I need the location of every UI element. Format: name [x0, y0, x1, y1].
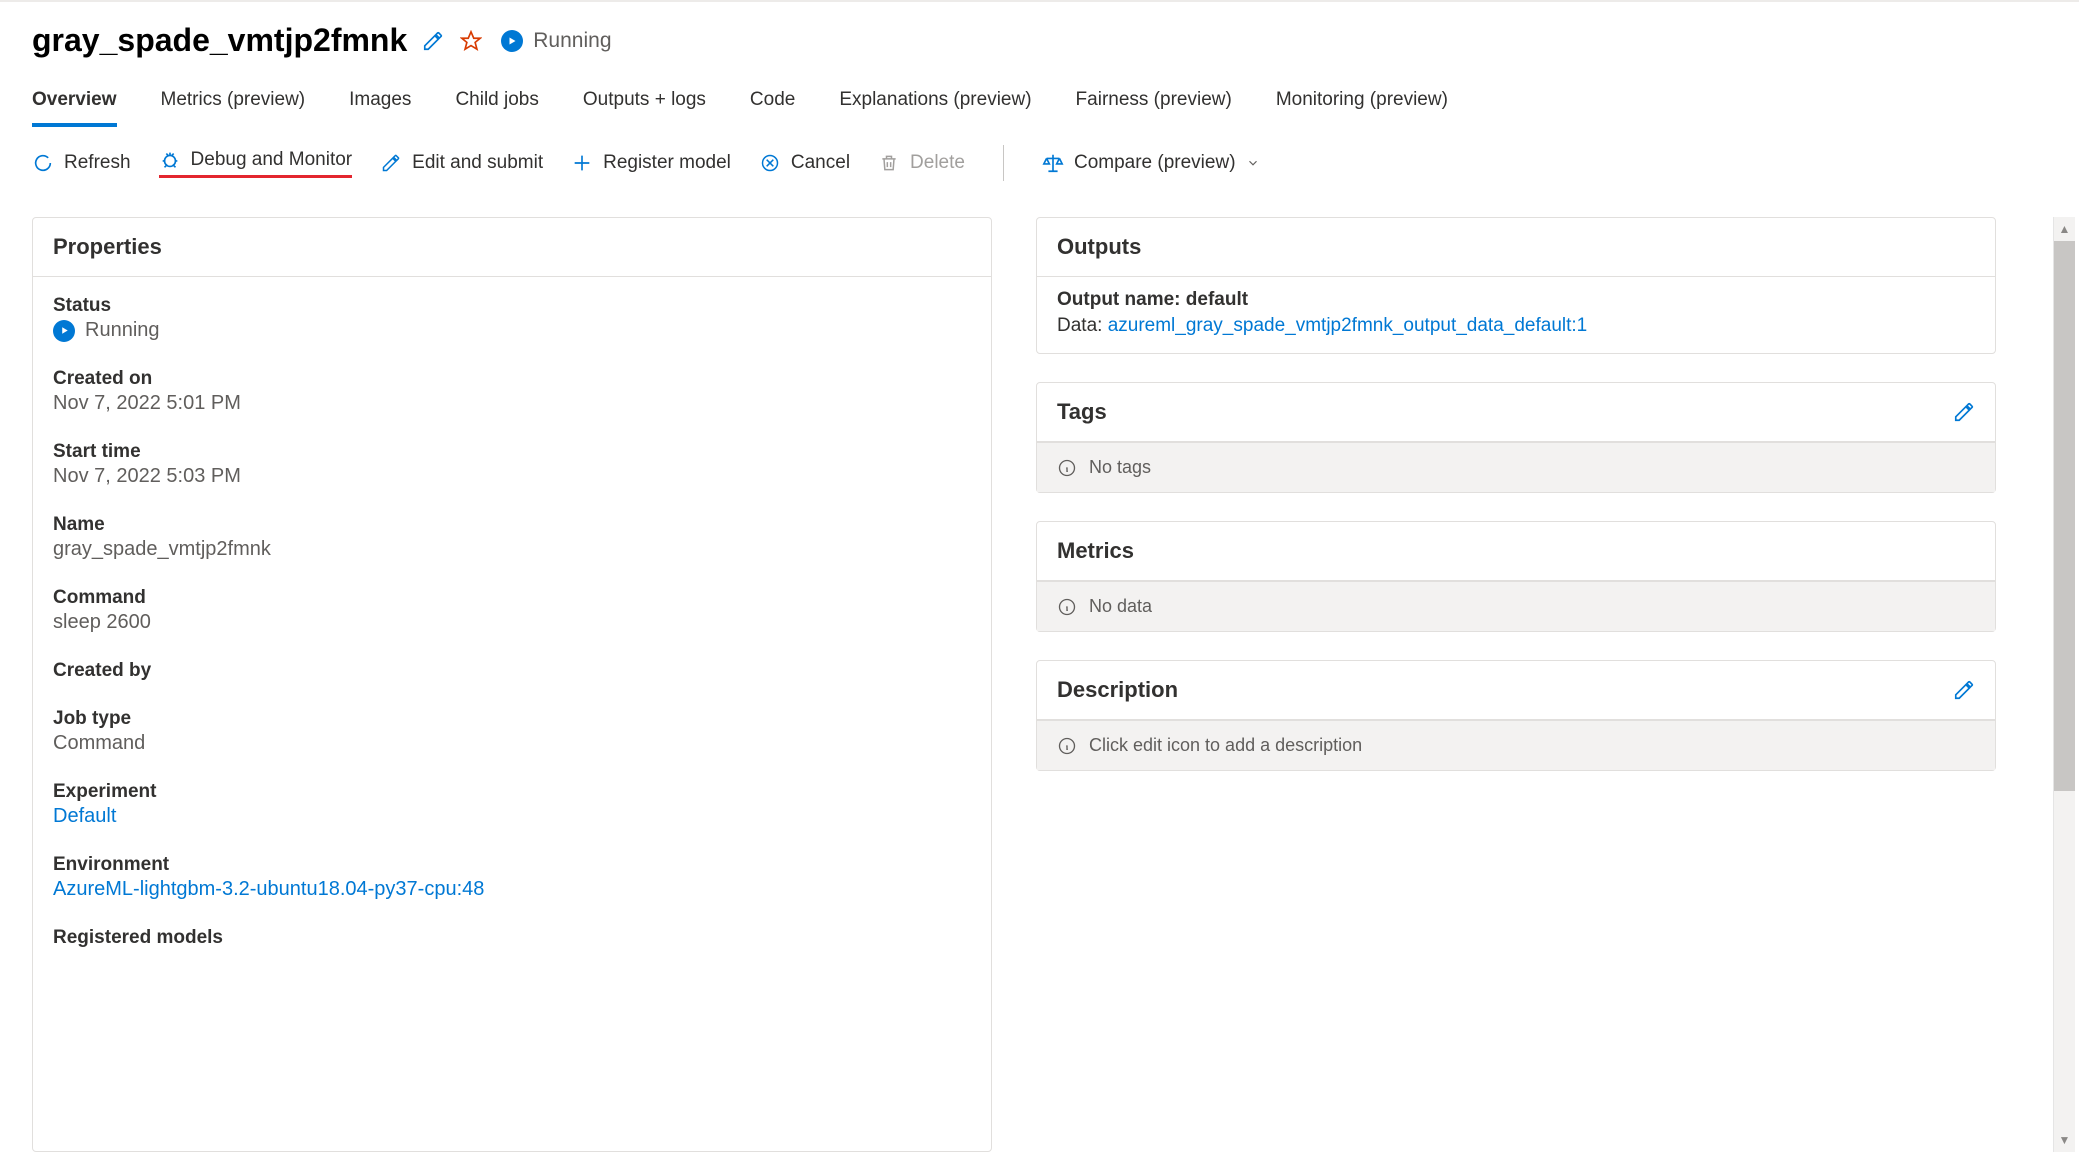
registered-models-label: Registered models: [53, 927, 971, 949]
start-time-value: Nov 7, 2022 5:03 PM: [53, 465, 971, 488]
job-type-label: Job type: [53, 708, 971, 730]
toolbar-separator: [1003, 145, 1004, 181]
pencil-icon[interactable]: [1953, 679, 1975, 701]
description-title: Description: [1057, 677, 1178, 703]
info-icon: [1057, 597, 1077, 617]
tags-title: Tags: [1057, 399, 1107, 425]
tab-child-jobs[interactable]: Child jobs: [455, 89, 538, 127]
bug-icon: [159, 149, 181, 171]
debug-label: Debug and Monitor: [191, 149, 353, 171]
chevron-down-icon: [1246, 156, 1260, 170]
info-icon: [1057, 458, 1077, 478]
delete-button: Delete: [878, 152, 965, 174]
delete-label: Delete: [910, 152, 965, 174]
page-title: gray_spade_vmtjp2fmnk: [32, 22, 407, 59]
register-model-button[interactable]: Register model: [571, 152, 731, 174]
outputs-card: Outputs Output name: default Data: azure…: [1036, 217, 1996, 354]
tab-images[interactable]: Images: [349, 89, 411, 127]
tab-metrics[interactable]: Metrics (preview): [161, 89, 306, 127]
tab-explanations[interactable]: Explanations (preview): [839, 89, 1031, 127]
tab-overview[interactable]: Overview: [32, 89, 117, 127]
scrollbar[interactable]: ▲ ▼: [2053, 217, 2075, 1152]
experiment-label: Experiment: [53, 781, 971, 803]
plus-icon: [571, 152, 593, 174]
created-on-label: Created on: [53, 368, 971, 390]
refresh-icon: [32, 152, 54, 174]
created-by-label: Created by: [53, 660, 971, 682]
status-text: Running: [533, 29, 611, 53]
properties-card: Properties Status Running Created on Nov…: [32, 217, 992, 1152]
status-value: Running: [53, 319, 160, 342]
environment-label: Environment: [53, 854, 971, 876]
tab-code[interactable]: Code: [750, 89, 795, 127]
pencil-icon[interactable]: [421, 29, 445, 53]
scrollbar-thumb[interactable]: [2054, 241, 2075, 791]
tab-monitoring[interactable]: Monitoring (preview): [1276, 89, 1448, 127]
name-value: gray_spade_vmtjp2fmnk: [53, 538, 971, 561]
command-value: sleep 2600: [53, 611, 971, 634]
start-time-label: Start time: [53, 441, 971, 463]
output-data-link[interactable]: azureml_gray_spade_vmtjp2fmnk_output_dat…: [1108, 315, 1588, 336]
trash-icon: [878, 152, 900, 174]
register-label: Register model: [603, 152, 731, 174]
toolbar: Refresh Debug and Monitor Edit and submi…: [32, 145, 2047, 181]
output-name: Output name: default: [1057, 289, 1975, 311]
play-icon: [53, 320, 75, 342]
tab-outputs-logs[interactable]: Outputs + logs: [583, 89, 706, 127]
edit-label: Edit and submit: [412, 152, 543, 174]
cancel-icon: [759, 152, 781, 174]
refresh-button[interactable]: Refresh: [32, 152, 131, 174]
status-badge: Running: [501, 29, 611, 53]
tabs: Overview Metrics (preview) Images Child …: [32, 89, 2047, 127]
properties-title: Properties: [53, 234, 162, 260]
compare-button[interactable]: Compare (preview): [1042, 152, 1260, 174]
output-data-label: Data:: [1057, 315, 1108, 336]
job-type-value: Command: [53, 732, 971, 755]
scales-icon: [1042, 152, 1064, 174]
description-empty: Click edit icon to add a description: [1089, 735, 1362, 756]
created-on-value: Nov 7, 2022 5:01 PM: [53, 392, 971, 415]
debug-monitor-button[interactable]: Debug and Monitor: [159, 149, 353, 178]
pencil-icon[interactable]: [1953, 401, 1975, 423]
title-row: gray_spade_vmtjp2fmnk Running: [32, 22, 2047, 59]
tags-empty: No tags: [1089, 457, 1151, 478]
tab-fairness[interactable]: Fairness (preview): [1076, 89, 1232, 127]
scroll-down-arrow[interactable]: ▼: [2054, 1128, 2075, 1152]
cancel-label: Cancel: [791, 152, 850, 174]
experiment-link[interactable]: Default: [53, 805, 971, 828]
status-label: Status: [53, 295, 971, 317]
metrics-card: Metrics No data: [1036, 521, 1996, 632]
environment-link[interactable]: AzureML-lightgbm-3.2-ubuntu18.04-py37-cp…: [53, 878, 971, 901]
refresh-label: Refresh: [64, 152, 131, 174]
star-icon[interactable]: [459, 29, 483, 53]
edit-submit-button[interactable]: Edit and submit: [380, 152, 543, 174]
metrics-title: Metrics: [1057, 538, 1134, 564]
scroll-up-arrow[interactable]: ▲: [2054, 217, 2075, 241]
pencil-icon: [380, 152, 402, 174]
info-icon: [1057, 736, 1077, 756]
tags-card: Tags No tags: [1036, 382, 1996, 493]
name-label: Name: [53, 514, 971, 536]
play-icon: [501, 30, 523, 52]
command-label: Command: [53, 587, 971, 609]
metrics-empty: No data: [1089, 596, 1152, 617]
compare-label: Compare (preview): [1074, 152, 1236, 174]
description-card: Description Click edit icon to add a des…: [1036, 660, 1996, 771]
cancel-button[interactable]: Cancel: [759, 152, 850, 174]
outputs-title: Outputs: [1057, 234, 1141, 260]
